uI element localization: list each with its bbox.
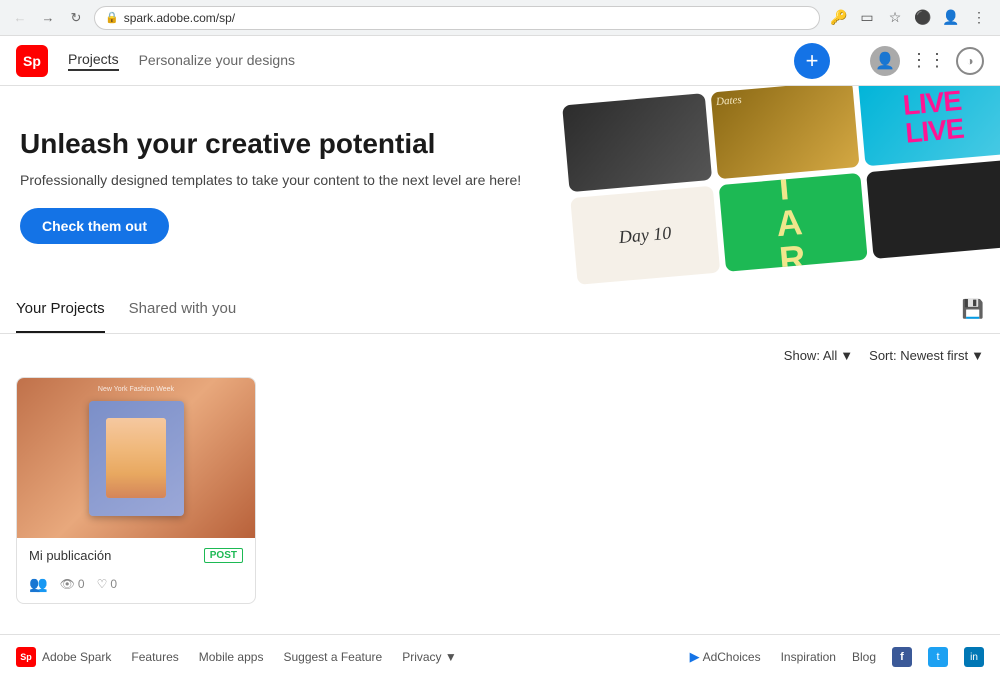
footer-suggest-link[interactable]: Suggest a Feature [283, 650, 382, 664]
extensions-icon[interactable]: ▭ [856, 7, 878, 29]
hero-section: Unleash your creative potential Professi… [0, 86, 1000, 286]
footer-brand-link[interactable]: Adobe Spark [42, 650, 111, 664]
nav-personalize-link[interactable]: Personalize your designs [139, 52, 295, 70]
hero-image-2-label: Dates [710, 88, 747, 113]
likes-icon: ♡ [97, 577, 108, 591]
hero-image-1 [562, 93, 712, 192]
projects-tabs: Your Projects Shared with you 💾 [0, 286, 1000, 334]
project-info: Mi publicación POST [17, 538, 255, 569]
project-likes: ♡ 0 [97, 577, 117, 591]
hero-image-6 [866, 160, 1000, 259]
apps-grid-icon[interactable]: ⋮⋮ [910, 50, 946, 71]
footer-blog-link[interactable]: Blog [852, 650, 876, 664]
archive-icon[interactable]: 💾 [962, 299, 984, 320]
projects-grid: New York Fashion Week Mi publicación POS… [0, 377, 1000, 634]
hero-title: Unleash your creative potential [20, 128, 521, 160]
hero-image-3: LIVELIVE [858, 86, 1000, 166]
project-name: Mi publicación [29, 548, 111, 563]
nav-right-icons: 👤 ⋮⋮ ◑ [870, 46, 984, 76]
footer-logo-icon: Sp [16, 647, 36, 667]
facebook-icon[interactable]: f [892, 647, 912, 667]
footer-features-link[interactable]: Features [131, 650, 178, 664]
spark-circle-icon[interactable]: ◑ [956, 47, 984, 75]
project-card[interactable]: New York Fashion Week Mi publicación POS… [16, 377, 256, 604]
footer-right: Inspiration Blog f t in [781, 647, 984, 667]
profile-icon[interactable]: ⚫ [912, 7, 934, 29]
twitter-icon[interactable]: t [928, 647, 948, 667]
hero-content: Unleash your creative potential Professi… [20, 128, 521, 244]
hero-live-text: LIVELIVE [902, 86, 965, 147]
browser-forward-button[interactable]: → [38, 8, 58, 28]
app-logo: Sp [16, 45, 48, 77]
check-them-out-button[interactable]: Check them out [20, 208, 169, 244]
tab-shared-with-you[interactable]: Shared with you [129, 286, 237, 333]
hero-image-2: Dates [710, 86, 860, 179]
star-icon[interactable]: ☆ [884, 7, 906, 29]
user-avatar[interactable]: 👤 [870, 46, 900, 76]
project-inner-image [106, 418, 166, 498]
nav-projects-link[interactable]: Projects [68, 51, 119, 71]
footer-logo: Sp Adobe Spark [16, 647, 111, 667]
project-meta: 👥 👁 0 ♡ 0 [17, 569, 255, 603]
footer-privacy-link[interactable]: Privacy ▼ [402, 650, 457, 664]
footer-mobile-link[interactable]: Mobile apps [199, 650, 264, 664]
browser-action-icons: 🔑 ▭ ☆ ⚫ 👤 ⋮ [828, 7, 990, 29]
collaborators-icon: 👥 [29, 575, 48, 593]
hero-tar-text: TAR [772, 173, 815, 272]
hero-image-5: TAR [718, 173, 868, 272]
app-navbar: Sp Projects Personalize your designs + 👤… [0, 36, 1000, 86]
add-project-button[interactable]: + [794, 43, 830, 79]
sort-select[interactable]: Sort: Newest first ▼ [869, 348, 984, 363]
chevron-down-icon-2: ▼ [971, 348, 984, 363]
project-inner-label: New York Fashion Week [17, 386, 255, 393]
lock-icon: 🔒 [105, 11, 119, 24]
avatar-icon[interactable]: 👤 [940, 7, 962, 29]
browser-url: spark.adobe.com/sp/ [124, 11, 235, 25]
adchoices-link[interactable]: ▶ AdChoices [690, 649, 761, 665]
privacy-chevron-icon: ▼ [445, 650, 457, 664]
menu-icon[interactable]: ⋮ [968, 7, 990, 29]
footer-inspiration-link[interactable]: Inspiration [781, 650, 836, 664]
project-inner-card [89, 401, 184, 516]
footer: Sp Adobe Spark Features Mobile apps Sugg… [0, 634, 1000, 679]
browser-reload-button[interactable]: ↻ [66, 8, 86, 28]
hero-image-4: Day 10 [570, 186, 720, 285]
browser-back-button[interactable]: ← [10, 8, 30, 28]
key-icon[interactable]: 🔑 [828, 7, 850, 29]
hero-images: Dates LIVELIVE Day 10 TAR [551, 86, 1000, 286]
browser-address-bar[interactable]: 🔒 spark.adobe.com/sp/ [94, 6, 820, 30]
hero-day10-text: Day 10 [618, 223, 672, 248]
project-thumbnail: New York Fashion Week [17, 378, 255, 538]
adchoices-icon: ▶ [690, 649, 700, 665]
chevron-down-icon: ▼ [840, 348, 853, 363]
views-icon: 👁 [60, 577, 75, 591]
browser-chrome: ← → ↻ 🔒 spark.adobe.com/sp/ 🔑 ▭ ☆ ⚫ 👤 ⋮ [0, 0, 1000, 36]
linkedin-icon[interactable]: in [964, 647, 984, 667]
projects-toolbar: Show: All ▼ Sort: Newest first ▼ [0, 334, 1000, 377]
project-views: 👁 0 [60, 577, 85, 591]
hero-subtitle: Professionally designed templates to tak… [20, 172, 521, 188]
project-type-badge: POST [204, 548, 243, 563]
show-filter-select[interactable]: Show: All ▼ [784, 348, 853, 363]
tab-your-projects[interactable]: Your Projects [16, 286, 105, 333]
